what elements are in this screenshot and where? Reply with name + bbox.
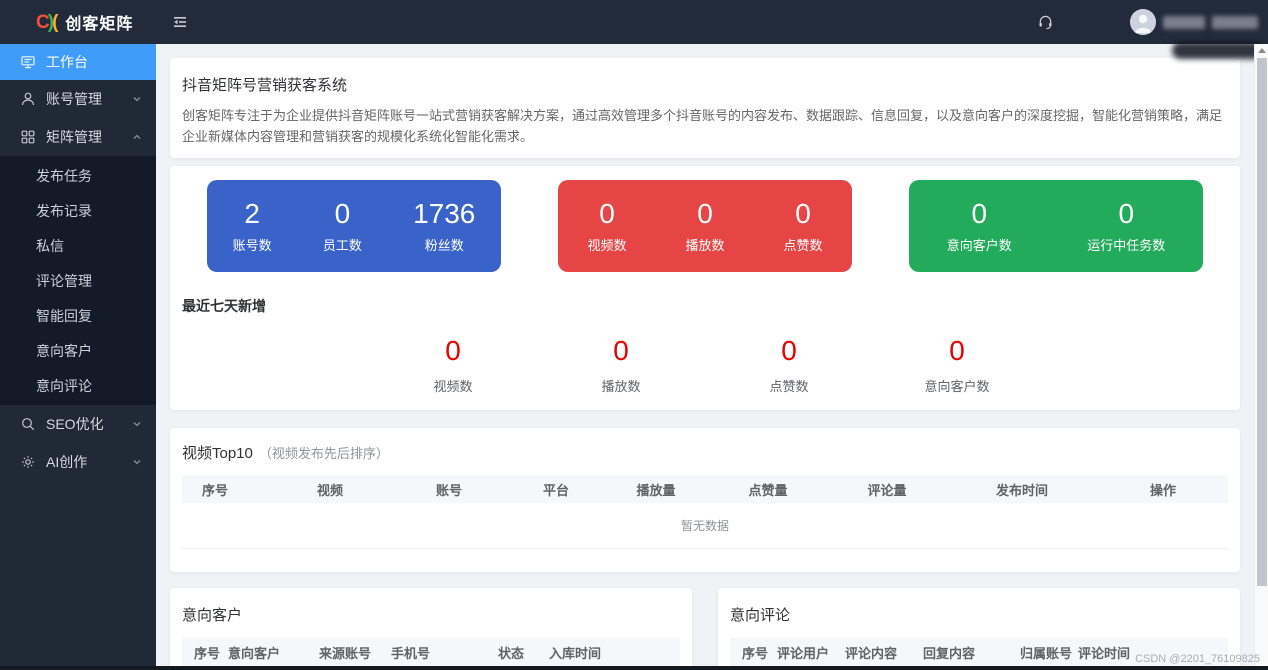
chevron-down-icon [132,457,142,467]
bottom-edge-strip [0,666,1268,670]
intent-customers-table-header: 序号 意向客户 来源账号 手机号 状态 入库时间 [182,638,680,666]
stat-card-videos: 0 视频数 0 播放数 0 点赞数 [558,180,852,272]
sidebar-item-ai-creation[interactable]: AI创作 [0,443,156,481]
stats-card: 2 账号数 0 员工数 1736 粉丝数 0 视频数 0 [170,166,1240,410]
page-description: 创客矩阵专注于为企业提供抖音矩阵账号一站式营销获客解决方案，通过高效管理多个抖音… [182,105,1228,147]
sidebar-item-accounts[interactable]: 账号管理 [0,80,156,118]
headset-icon[interactable] [1037,14,1054,31]
stat-card-customers: 0 意向客户数 0 运行中任务数 [909,180,1203,272]
intent-comments-title: 意向评论 [730,604,1228,625]
intent-customers-card: 意向客户 序号 意向客户 来源账号 手机号 状态 入库时间 [170,588,692,670]
scrollbar-thumb[interactable] [1257,58,1267,586]
video-top10-card: 视频Top10 （视频发布先后排序） 序号 视频 账号 平台 播放量 点赞量 评… [170,428,1240,572]
video-top10-title: 视频Top10 [182,442,253,463]
sidebar-subitem-smart-reply[interactable]: 智能回复 [0,298,156,333]
main-content: 抖音矩阵号营销获客系统 创客矩阵专注于为企业提供抖音矩阵账号一站式营销获客解决方… [156,44,1254,670]
gear-icon [20,454,36,470]
chevron-up-icon [132,132,142,142]
sidebar-item-label: 矩阵管理 [46,127,102,147]
empty-state-text: 暂无数据 [182,503,1228,549]
stat-card-accounts: 2 账号数 0 员工数 1736 粉丝数 [207,180,501,272]
recent-seven-days-title: 最近七天新增 [182,296,1240,316]
stat-videos: 0 视频数 [587,198,626,254]
topbar: C)( 创客矩阵 [0,0,1268,44]
stat-employees: 0 员工数 [323,198,362,254]
chevron-down-icon [132,419,142,429]
recent-stat-videos: 0 视频数 [369,336,537,395]
sidebar-item-label: 工作台 [46,52,88,72]
workbench-icon [20,54,36,70]
logo-ck-icon: C)( [36,13,56,32]
search-icon [20,416,36,432]
stat-accounts: 2 账号数 [233,198,272,254]
grid-icon [20,129,36,145]
stat-intent-customers: 0 意向客户数 [947,198,1012,254]
sidebar-item-seo[interactable]: SEO优化 [0,405,156,443]
intro-card: 抖音矩阵号营销获客系统 创客矩阵专注于为企业提供抖音矩阵账号一站式营销获客解决方… [170,58,1240,158]
sidebar-item-workbench[interactable]: 工作台 [0,44,156,80]
sidebar-subitem-publish-record[interactable]: 发布记录 [0,193,156,228]
sidebar-subitem-comment-management[interactable]: 评论管理 [0,263,156,298]
sidebar-item-label: 账号管理 [46,89,102,109]
stat-card-row: 2 账号数 0 员工数 1736 粉丝数 0 视频数 0 [170,180,1240,272]
page-title: 抖音矩阵号营销获客系统 [182,74,1228,95]
scrollbar-up-arrow-icon[interactable] [1258,48,1266,53]
recent-stat-intent-customers: 0 意向客户数 [873,336,1041,395]
sidebar-subitem-private-message[interactable]: 私信 [0,228,156,263]
video-table-header: 序号 视频 账号 平台 播放量 点赞量 评论量 发布时间 操作 [182,475,1228,503]
video-top10-header: 视频Top10 （视频发布先后排序） [182,442,1228,463]
sidebar-subitem-publish-task[interactable]: 发布任务 [0,158,156,193]
username-redacted[interactable] [1163,16,1258,29]
dropdown-shadow [1172,42,1264,59]
stat-fans: 1736 粉丝数 [413,198,475,254]
sidebar-item-label: SEO优化 [46,414,104,434]
video-top10-subtitle: （视频发布先后排序） [259,443,389,462]
sidebar: 工作台 账号管理 矩阵管理 [0,44,156,670]
chevron-down-icon [132,94,142,104]
stat-likes: 0 点赞数 [783,198,822,254]
sidebar-subitem-intent-comment[interactable]: 意向评论 [0,368,156,403]
sidebar-item-matrix[interactable]: 矩阵管理 [0,118,156,156]
stat-plays: 0 播放数 [685,198,724,254]
topbar-right [1037,9,1268,35]
recent-stat-plays: 0 播放数 [537,336,705,395]
avatar[interactable] [1130,9,1156,35]
recent-stat-likes: 0 点赞数 [705,336,873,395]
fold-icon[interactable] [171,13,189,31]
watermark: CSDN @2201_76109825 [1135,653,1260,665]
user-icon [20,91,36,107]
sidebar-item-label: AI创作 [46,452,87,472]
logo-text: 创客矩阵 [65,10,133,34]
recent-stats-row: 0 视频数 0 播放数 0 点赞数 0 意向客户数 [170,336,1240,395]
intent-customers-title: 意向客户 [182,604,680,625]
matrix-submenu: 发布任务 发布记录 私信 评论管理 智能回复 意向客户 意向评论 [0,156,156,405]
sidebar-subitem-intent-customer[interactable]: 意向客户 [0,333,156,368]
vertical-scrollbar[interactable] [1254,44,1268,670]
stat-running-tasks: 0 运行中任务数 [1087,198,1165,254]
bottom-row: 意向客户 序号 意向客户 来源账号 手机号 状态 入库时间 意向评论 序号 评论… [170,588,1240,670]
app-logo: C)( 创客矩阵 [0,10,156,34]
